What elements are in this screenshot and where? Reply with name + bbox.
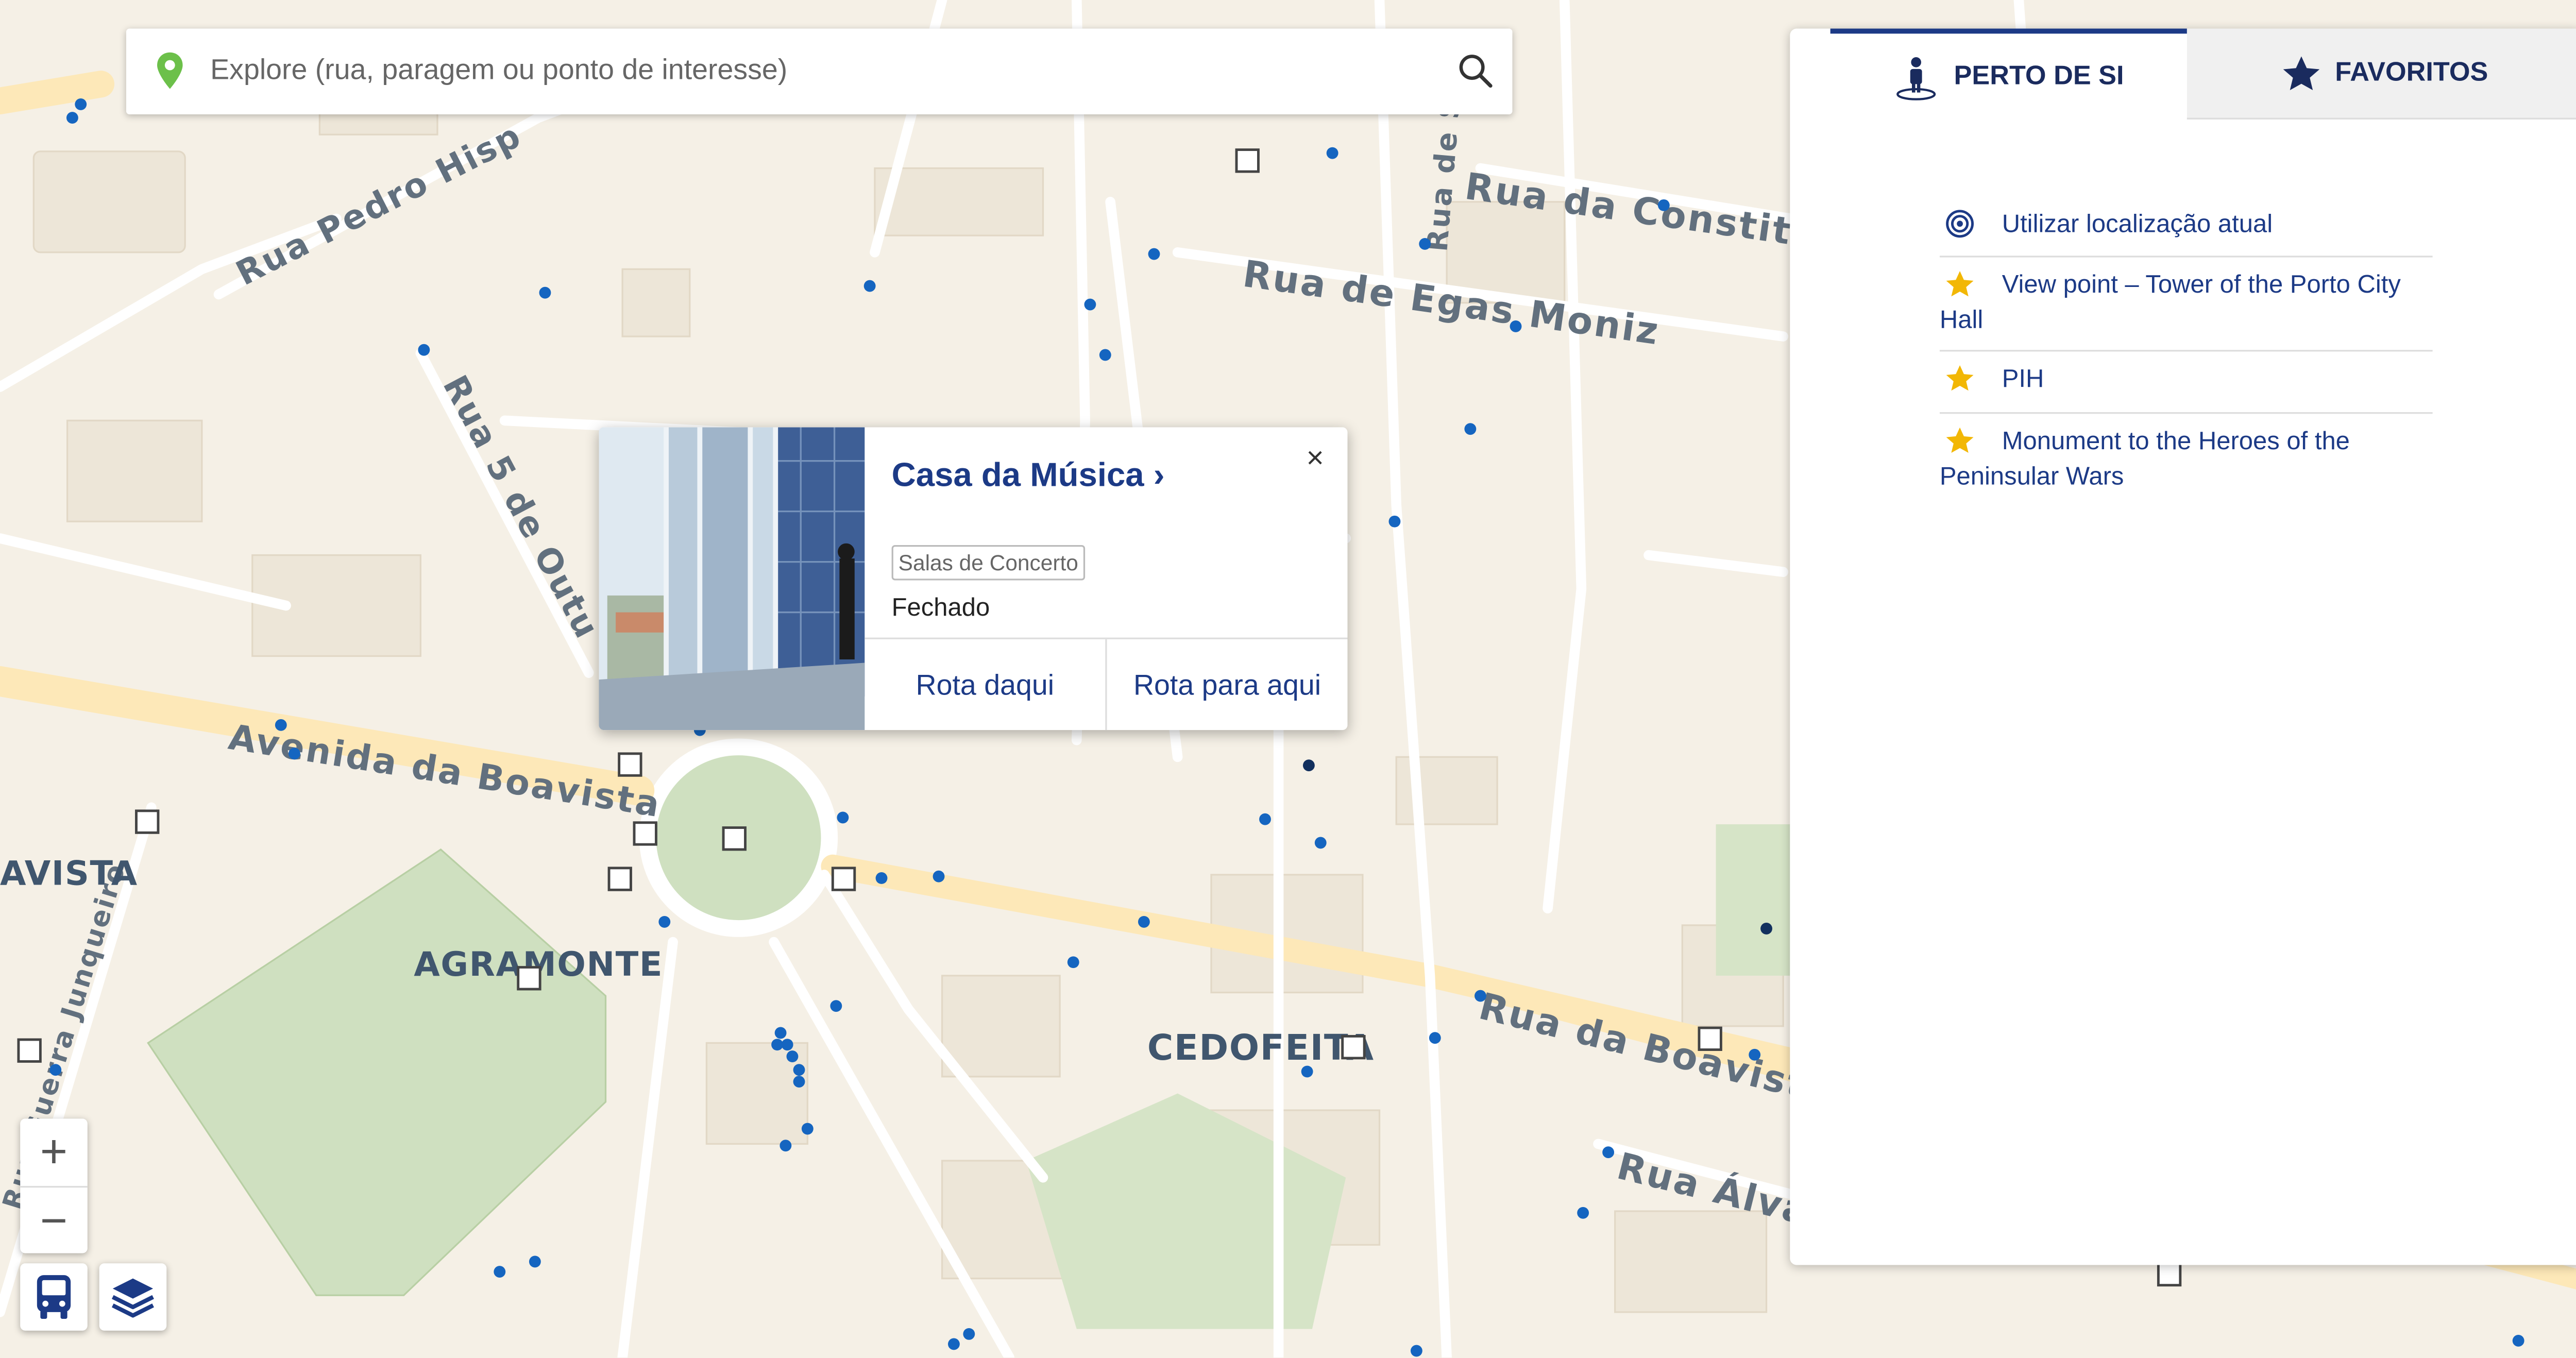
metro-stop-icon [618, 752, 642, 777]
area-label-cedofeita: CEDOFEITA [1147, 1027, 1375, 1068]
metro-stop-icon [607, 867, 632, 891]
nearby-list: Utilizar localização atual View point – … [1939, 197, 2433, 506]
star-icon [2283, 55, 2320, 90]
route-to-button[interactable]: Rota para aqui [1105, 639, 1347, 731]
metro-stop-icon [2157, 1262, 2182, 1287]
person-pin-icon [1897, 56, 1937, 100]
poi-title-link[interactable]: Casa da Música › [892, 457, 1165, 496]
list-item-label: Utilizar localização atual [2002, 210, 2273, 239]
route-from-button[interactable]: Rota daqui [865, 639, 1105, 730]
metro-stop-icon [1698, 1026, 1722, 1051]
zoom-control: + − [20, 1118, 88, 1253]
transit-toggle-button[interactable] [20, 1263, 88, 1331]
metro-stop-icon [17, 1038, 42, 1063]
search-input[interactable] [210, 42, 1422, 99]
side-panel: PERTO DE SI FAVORITOS Utilizar localizaç… [1790, 28, 2576, 1265]
layers-icon [111, 1278, 154, 1318]
metro-stop-icon [517, 966, 541, 991]
poi-status: Fechado [891, 593, 990, 623]
star-icon [1940, 426, 1980, 461]
star-icon [1940, 269, 1980, 304]
area-label-avista: AVISTA [0, 854, 138, 893]
list-item-favorite[interactable]: View point – Tower of the Porto City Hal… [1939, 258, 2433, 352]
metro-stop-icon [831, 867, 856, 891]
tab-favorites-label: FAVORITOS [2335, 58, 2488, 87]
tab-nearby-label: PERTO DE SI [1954, 61, 2124, 90]
list-item-label: PIH [2002, 365, 2044, 394]
list-item-label: Monument to the Heroes of the Peninsular… [1939, 427, 2350, 491]
poi-popup: Casa da Música › × Salas de Concerto Fec… [599, 427, 1348, 731]
list-item-favorite[interactable]: Monument to the Heroes of the Peninsular… [1940, 414, 2433, 506]
star-icon [1940, 363, 1980, 399]
location-pin-icon [157, 52, 183, 89]
poi-category-badge: Salas de Concerto [891, 545, 1085, 581]
layers-button[interactable] [99, 1263, 167, 1331]
poi-photo [599, 427, 865, 731]
search-icon[interactable] [1455, 50, 1495, 91]
metro-stop-icon [722, 826, 747, 851]
metro-stop-icon [135, 809, 160, 834]
zoom-out-button[interactable]: − [20, 1186, 88, 1255]
poi-actions: Rota daqui Rota para aqui [865, 637, 1348, 731]
list-item-label: View point – Tower of the Porto City Hal… [1939, 270, 2401, 335]
list-item-current-location[interactable]: Utilizar localização atual [1939, 197, 2433, 258]
panel-tabs: PERTO DE SI FAVORITOS [1790, 28, 2576, 120]
target-icon [1940, 209, 1980, 242]
metro-stop-icon [1235, 148, 1260, 173]
list-item-favorite[interactable]: PIH [1939, 351, 2433, 414]
bus-icon [37, 1275, 71, 1319]
metro-stop-icon [633, 821, 657, 846]
tab-nearby[interactable]: PERTO DE SI [1830, 28, 2187, 120]
zoom-in-button[interactable]: + [20, 1118, 88, 1186]
search-bar [126, 28, 1513, 115]
close-icon[interactable]: × [1306, 441, 1324, 477]
tab-favorites[interactable]: FAVORITOS [2187, 28, 2576, 120]
metro-stop-icon [1341, 1034, 1366, 1060]
